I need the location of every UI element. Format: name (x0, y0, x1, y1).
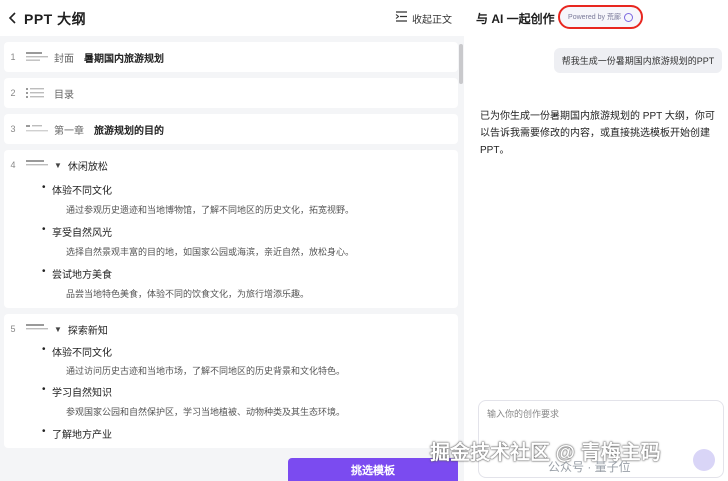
row-number: 5 (10, 324, 16, 334)
bullet-description[interactable]: 参观国家公园和自然保护区，学习当地植被、动物种类及其生态环境。 (66, 405, 345, 418)
collapse-caret-icon[interactable]: ▼ (54, 161, 62, 170)
send-icon[interactable] (693, 449, 715, 471)
outline-row-toc[interactable]: 2 目录 (4, 78, 458, 108)
bullet-item[interactable]: 享受自然风光 (42, 224, 112, 239)
brand-logo-icon (623, 12, 633, 22)
collapse-icon (395, 10, 408, 26)
bullet-item[interactable]: 尝试地方美食 (42, 266, 112, 281)
bullet-description[interactable]: 选择自然景观丰富的目的地，如国家公园或海滨，亲近自然，放松身心。 (66, 245, 354, 258)
bullet-description[interactable]: 通过访问历史古迹和当地市场，了解不同地区的历史背景和文化特色。 (66, 364, 345, 377)
row-text: 旅游规划的目的 (94, 125, 164, 137)
bullet-description[interactable]: 品尝当地特色美食，体验不同的饮食文化，为旅行增添乐趣。 (66, 287, 309, 300)
user-message-bubble: 帮我生成一份暑期国内旅游规划的PPT (554, 48, 722, 73)
chat-title: 与 AI 一起创作 (476, 12, 555, 26)
prompt-input[interactable] (487, 409, 707, 419)
row-label: 封面 (54, 53, 74, 65)
bullet-item[interactable]: 体验不同文化 (42, 344, 112, 359)
bullet-description[interactable]: 通过参观历史遗迹和当地博物馆，了解不同地区的历史文化，拓宽视野。 (66, 203, 354, 216)
powered-by-badge: Powered by 荒廊 (558, 5, 643, 29)
section-header: 4 ▼ 休闲放松 (4, 158, 108, 173)
collapse-label: 收起正文 (412, 14, 452, 26)
content-layout-icon (26, 324, 48, 330)
outline-row-cover[interactable]: 1 封面 暑期国内旅游规划 (4, 42, 458, 72)
section-title: 探索新知 (67, 325, 108, 337)
row-number: 3 (10, 124, 16, 134)
row-label: 目录 (54, 89, 74, 101)
bullet-item[interactable]: 了解地方产业 (42, 426, 112, 441)
outline-row-chapter1[interactable]: 3 第一章 旅游规划的目的 (4, 114, 458, 144)
outline-section-explore[interactable]: 5 ▼ 探索新知 体验不同文化 通过访问历史古迹和当地市场，了解不同地区的历史背… (4, 314, 458, 448)
section-header: 5 ▼ 探索新知 (4, 322, 108, 337)
watermark-subtext: 公众号 · 量子位 (548, 460, 631, 474)
bullet-item[interactable]: 体验不同文化 (42, 182, 112, 197)
outline-panel: PPT 大纲 收起正文 1 封面 暑期国内旅游规划 2 目录 3 第一章 旅游规… (0, 0, 464, 481)
ai-chat-panel: 与 AI 一起创作 Powered by 荒廊 帮我生成一份暑期国内旅游规划的P… (466, 0, 728, 481)
outline-section-leisure[interactable]: 4 ▼ 休闲放松 体验不同文化 通过参观历史遗迹和当地博物馆，了解不同地区的历史… (4, 150, 458, 308)
list-layout-icon (26, 88, 44, 98)
slide-layout-icon (26, 52, 48, 61)
content-layout-icon (26, 160, 48, 166)
row-number: 1 (10, 52, 16, 62)
powered-by-text: Powered by 荒廊 (568, 14, 621, 21)
section-title: 休闲放松 (67, 161, 108, 173)
scrollbar[interactable] (459, 44, 463, 84)
collapse-text-button[interactable]: 收起正文 (395, 8, 452, 28)
row-number: 2 (10, 88, 16, 98)
row-label: 第一章 (54, 125, 84, 137)
bullet-item[interactable]: 学习自然知识 (42, 384, 112, 399)
outline-header: PPT 大纲 收起正文 (0, 0, 464, 36)
row-number: 4 (10, 160, 16, 170)
collapse-caret-icon[interactable]: ▼ (54, 325, 62, 334)
page-title: PPT 大纲 (24, 11, 87, 27)
chapter-layout-icon (26, 125, 48, 132)
row-text: 暑期国内旅游规划 (84, 53, 164, 65)
back-arrow-icon[interactable] (6, 10, 20, 26)
ai-response-message: 已为你生成一份暑期国内旅游规划的 PPT 大纲，你可以告诉我需要修改的内容，或直… (480, 111, 715, 156)
